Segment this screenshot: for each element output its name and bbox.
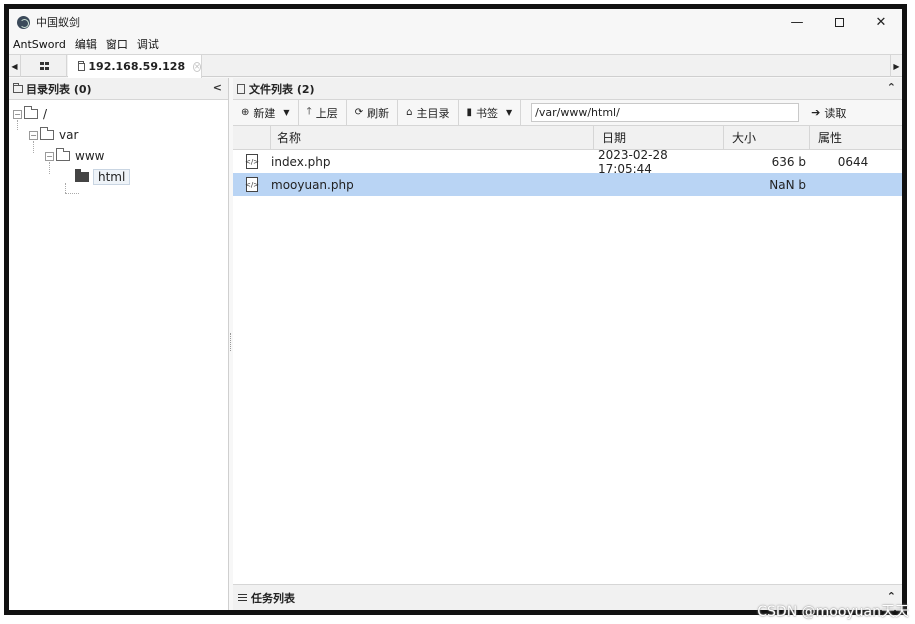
php-file-icon: </>: [245, 154, 259, 169]
folder-filled-icon: [75, 169, 89, 182]
directory-panel: 目录列表 (0) < − / − var − www html: [9, 78, 229, 610]
tab-home[interactable]: [23, 55, 67, 77]
window-title: 中国蚁剑: [36, 16, 80, 29]
up-button-label: 上层: [315, 106, 338, 120]
tab-bar: ◀ 192.168.59.128 ✕ ▶: [9, 54, 902, 78]
up-button[interactable]: 🡑 上层: [299, 99, 347, 126]
tree-node-var[interactable]: − var: [29, 126, 78, 144]
tab-close-icon[interactable]: ✕: [193, 61, 201, 72]
file-date: 2023-02-28 17:05:44: [598, 147, 668, 176]
file-attr: 0644: [837, 154, 869, 169]
refresh-button-label: 刷新: [367, 106, 390, 120]
tab-scroll-right-button[interactable]: ▶: [890, 55, 902, 77]
close-button[interactable]: ✕: [860, 9, 902, 35]
bookmark-button-label: 书签: [476, 106, 499, 120]
file-toolbar: ⊕ 新建 ▼ 🡑 上层 ⟳ 刷新 ⌂ 主目录 ▮ 书签 ▼ /var/www/h…: [233, 99, 902, 126]
watermark: CSDN @mooyuan天天: [757, 604, 909, 620]
collapse-left-icon[interactable]: <: [213, 81, 222, 94]
column-attr[interactable]: 属性: [810, 126, 902, 149]
folder-icon: [13, 82, 23, 93]
minimize-icon: —: [790, 14, 804, 30]
task-panel-title: 任务列表: [251, 591, 295, 605]
close-icon: ✕: [875, 14, 887, 30]
column-name[interactable]: 名称: [271, 126, 594, 149]
column-icon: [233, 126, 271, 149]
file-size: 636 b: [771, 154, 806, 169]
menu-debug[interactable]: 调试: [133, 36, 164, 52]
read-button-label: 读取: [824, 106, 847, 120]
arrow-up-icon: 🡑: [306, 106, 312, 117]
collapse-toggle-icon[interactable]: −: [45, 151, 54, 161]
tree-node-www[interactable]: − www: [45, 147, 104, 165]
file-panel: 文件列表 (2) ⌃ ⊕ 新建 ▼ 🡑 上层 ⟳ 刷新 ⌂ 主目录 ▮ 书签 ▼…: [233, 78, 902, 610]
directory-panel-title: 目录列表 (0): [26, 82, 92, 96]
folder-open-icon: [40, 127, 54, 140]
bookmark-icon: ▮: [466, 107, 473, 118]
tab-host-label: 192.168.59.128: [88, 60, 186, 73]
tree-node-label: html: [93, 169, 131, 185]
bookmark-button[interactable]: ▮ 书签 ▼: [459, 99, 522, 126]
read-button[interactable]: ➔ 读取: [811, 105, 846, 121]
folder-open-icon: [24, 106, 38, 119]
refresh-button[interactable]: ⟳ 刷新: [347, 99, 399, 126]
tab-host[interactable]: 192.168.59.128 ✕: [68, 55, 202, 78]
antsword-window: 中国蚁剑 — ✕ AntSword 编辑 窗口 调试 ◀ 192.168.59.…: [4, 4, 907, 615]
tree-node-root[interactable]: − /: [13, 105, 47, 123]
file-name: index.php: [271, 154, 331, 169]
collapse-up-icon[interactable]: ⌃: [887, 81, 896, 94]
caret-left-icon: ◀: [11, 61, 18, 71]
file-panel-header: 文件列表 (2) ⌃: [233, 78, 902, 100]
home-button-label: 主目录: [416, 106, 450, 120]
column-date[interactable]: 日期: [594, 126, 724, 149]
grid-icon: [39, 62, 50, 70]
plus-circle-icon: ⊕: [241, 107, 250, 118]
menu-edit[interactable]: 编辑: [71, 36, 102, 52]
menu-window[interactable]: 窗口: [102, 36, 133, 52]
document-icon: [237, 83, 245, 94]
window-controls: — ✕: [776, 9, 902, 35]
caret-down-icon: ▼: [506, 108, 513, 117]
tree-node-label: /: [43, 107, 48, 121]
file-row[interactable]: </> index.php 2023-02-28 17:05:44 636 b …: [233, 147, 902, 176]
caret-right-icon: ▶: [893, 61, 900, 71]
tree-node-label: www: [75, 149, 105, 163]
file-name: mooyuan.php: [271, 177, 354, 192]
home-icon: ⌂: [406, 107, 413, 118]
antsword-logo-icon: [17, 15, 30, 29]
list-icon: [238, 593, 247, 602]
menu-antsword[interactable]: AntSword: [9, 38, 71, 51]
tree-node-label: var: [59, 128, 79, 142]
directory-panel-header: 目录列表 (0) <: [9, 78, 228, 100]
menu-bar: AntSword 编辑 窗口 调试: [9, 35, 902, 53]
collapse-toggle-icon[interactable]: −: [29, 130, 38, 140]
minimize-button[interactable]: —: [776, 9, 818, 35]
collapse-toggle-icon[interactable]: −: [13, 109, 22, 119]
maximize-button[interactable]: [818, 9, 860, 35]
tab-scroll-left-button[interactable]: ◀: [9, 55, 21, 77]
column-size[interactable]: 大小: [724, 126, 810, 149]
caret-down-icon: ▼: [283, 108, 290, 117]
php-file-icon: </>: [245, 177, 259, 192]
home-button[interactable]: ⌂ 主目录: [398, 99, 459, 126]
maximize-icon: [834, 17, 844, 27]
file-size: NaN b: [769, 177, 806, 192]
folder-open-icon: [56, 148, 70, 161]
new-button-label: 新建: [253, 106, 276, 120]
file-grid-header: 名称 日期 大小 属性: [233, 126, 902, 150]
file-panel-title: 文件列表 (2): [249, 82, 315, 96]
file-row[interactable]: </> mooyuan.php NaN b: [233, 173, 902, 196]
folder-icon: [78, 60, 86, 71]
new-button[interactable]: ⊕ 新建 ▼: [233, 99, 299, 126]
arrow-right-icon: ➔: [811, 106, 821, 119]
title-bar[interactable]: 中国蚁剑 — ✕: [9, 9, 902, 35]
refresh-icon: ⟳: [354, 107, 364, 118]
tree-node-html[interactable]: html: [75, 168, 131, 186]
path-input[interactable]: [531, 103, 800, 122]
